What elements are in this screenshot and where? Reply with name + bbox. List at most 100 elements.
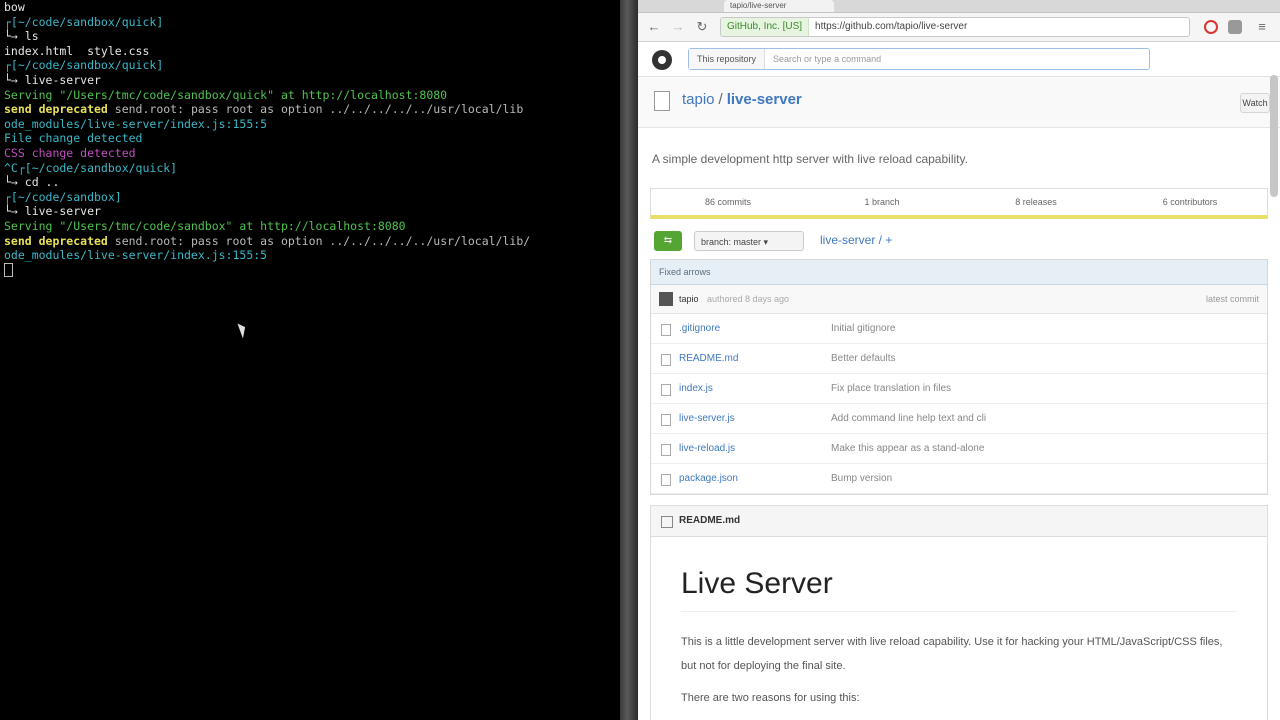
file-breadcrumb[interactable]: live-server / + [820, 233, 892, 247]
terminal-line: bow [4, 0, 25, 14]
reload-icon[interactable]: ↻ [694, 19, 710, 35]
readme-header: README.md [650, 505, 1268, 536]
table-row[interactable]: live-reload.js Make this appear as a stan… [651, 434, 1267, 464]
readme-title: Live Server [681, 567, 1237, 612]
file-icon [661, 474, 671, 486]
deprecation-warning-label: send deprecated [4, 233, 108, 248]
terminal-line: Serving "/Users/tmc/code/sandbox" at htt… [4, 218, 406, 233]
github-logo-icon[interactable] [652, 50, 672, 70]
file-table: Fixed arrows tapio authored 8 days ago l… [650, 259, 1268, 495]
compare-button[interactable]: ⇆ [654, 231, 682, 251]
terminal-line: send deprecated send.root: pass root as … [0, 234, 620, 249]
repo-description: A simple development http server with li… [652, 152, 968, 166]
file-commit-message[interactable]: Make this appear as a stand-alone [831, 434, 984, 463]
terminal-line: └→ live-server [4, 72, 101, 87]
terminal-line: ┌[~/code/sandbox/quick] [4, 14, 164, 29]
repo-title: tapio / live-server [682, 91, 802, 108]
terminal-line: send deprecated send.root: pass root as … [0, 102, 620, 117]
file-commit-message[interactable]: Bump version [831, 464, 892, 493]
extension-icon-2[interactable] [1228, 20, 1242, 34]
commit-message-bar: Fixed arrows [651, 260, 1267, 285]
readme-label: README.md [679, 515, 741, 526]
deprecation-warning-text: send.root: pass root as option ../../../… [107, 233, 531, 248]
menu-icon[interactable]: ≡ [1254, 19, 1270, 35]
search-scope: This repository [689, 49, 766, 69]
readme-body: Live Server This is a little development… [650, 536, 1268, 720]
repo-name-link[interactable]: live-server [727, 91, 802, 108]
tab-bar: tapio/live-server [638, 0, 1280, 13]
deprecation-warning-label: send deprecated [4, 102, 108, 117]
forward-icon[interactable]: → [670, 19, 686, 35]
terminal-cursor [0, 263, 620, 278]
repo-icon [654, 91, 670, 111]
table-row[interactable]: live-server.js Add command line help text… [651, 404, 1267, 434]
file-name[interactable]: README.md [679, 344, 738, 373]
terminal-line: ┌[~/code/sandbox/quick] [4, 58, 164, 73]
address-toolbar: ← → ↻ GitHub, Inc. [US] https://github.co… [638, 13, 1280, 42]
readme-paragraph-1-line-2: but not for deploying the final site. [681, 660, 846, 672]
terminal-line: ^C┌[~/code/sandbox/quick] [4, 160, 178, 175]
stat-releases[interactable]: 8 releases [959, 197, 1113, 207]
stat-branches[interactable]: 1 branch [805, 197, 959, 207]
repo-stats-bar: 86 commits 1 branch 8 releases 6 contrib… [650, 188, 1268, 219]
commit-author[interactable]: tapio [679, 285, 699, 313]
browser-window: tapio/live-server ← → ↻ GitHub, Inc. [US… [638, 0, 1280, 720]
file-rows: .gitignore Initial gitignore README.md Bett… [651, 314, 1267, 494]
file-name[interactable]: index.js [679, 374, 713, 403]
file-name[interactable]: live-server.js [679, 404, 735, 433]
terminal-line: CSS change detected [4, 145, 136, 160]
terminal-line: index.html style.css [4, 43, 150, 58]
file-commit-message[interactable]: Initial gitignore [831, 314, 895, 343]
back-icon[interactable]: ← [646, 19, 662, 35]
url-text: https://github.com/tapio/live-server [815, 21, 968, 32]
deprecation-warning-text: send.root: pass root as option ../../../… [107, 102, 524, 117]
readme-paragraph-1: This is a little development server with… [681, 630, 1237, 678]
terminal-line: └→ live-server [4, 204, 101, 219]
search-placeholder: Search or type a command [773, 54, 882, 64]
scrollbar[interactable] [1270, 75, 1278, 197]
book-icon [661, 516, 673, 528]
file-commit-message[interactable]: Fix place translation in files [831, 374, 951, 403]
file-icon [661, 384, 671, 396]
terminal-line: └→ ls [4, 29, 39, 44]
table-row[interactable]: .gitignore Initial gitignore [651, 314, 1267, 344]
avatar[interactable] [659, 292, 673, 306]
file-icon [661, 414, 671, 426]
secure-badge: GitHub, Inc. [US] [721, 18, 810, 36]
terminal-line: ┌[~/code/sandbox] [4, 189, 122, 204]
terminal-line: ode_modules/live-server/index.js:155:5 [4, 248, 268, 263]
repo-header: tapio / live-server Watch [638, 77, 1280, 128]
branch-selector[interactable]: branch: master ▾ [694, 231, 804, 251]
terminal-line: Serving "/Users/tmc/code/sandbox/quick" … [4, 87, 448, 102]
github-header: This repository Search or type a command [638, 42, 1280, 77]
branch-row: ⇆ branch: master ▾ live-server / + [650, 227, 1268, 257]
file-commit-message[interactable]: Better defaults [831, 344, 895, 373]
terminal-line: ode_modules/live-server/index.js:155:5 [4, 116, 268, 131]
file-name[interactable]: package.json [679, 464, 738, 493]
terminal-window[interactable]: bow ┌[~/code/sandbox/quick] └→ ls index.htm… [0, 0, 620, 720]
table-row[interactable]: package.json Bump version [651, 464, 1267, 494]
file-name[interactable]: .gitignore [679, 314, 720, 343]
terminal-line: └→ cd .. [4, 175, 60, 190]
desktop: bow ┌[~/code/sandbox/quick] └→ ls index.htm… [0, 0, 1280, 720]
extension-icon[interactable] [1204, 20, 1218, 34]
latest-commit-link[interactable]: latest commit [1206, 285, 1259, 313]
file-icon [661, 354, 671, 366]
address-bar[interactable]: GitHub, Inc. [US] https://github.com/tapi… [720, 17, 1190, 37]
last-commit-row: tapio authored 8 days ago latest commit [651, 285, 1267, 314]
commit-time: authored 8 days ago [707, 294, 790, 304]
stat-commits[interactable]: 86 commits [651, 197, 805, 207]
table-row[interactable]: README.md Better defaults [651, 344, 1267, 374]
github-search-input[interactable]: This repository Search or type a command [688, 48, 1150, 70]
file-commit-message[interactable]: Add command line help text and cli [831, 404, 986, 433]
file-name[interactable]: live-reload.js [679, 434, 735, 463]
file-icon [661, 324, 671, 336]
repo-owner-link[interactable]: tapio [682, 91, 715, 108]
watch-button[interactable]: Watch [1240, 93, 1270, 113]
stat-contributors[interactable]: 6 contributors [1113, 197, 1267, 207]
table-row[interactable]: index.js Fix place translation in files [651, 374, 1267, 404]
window-divider[interactable] [620, 0, 638, 720]
readme-paragraph-2: There are two reasons for using this: [681, 692, 860, 704]
browser-tab[interactable]: tapio/live-server [724, 0, 834, 12]
terminal-line: File change detected [4, 131, 143, 146]
